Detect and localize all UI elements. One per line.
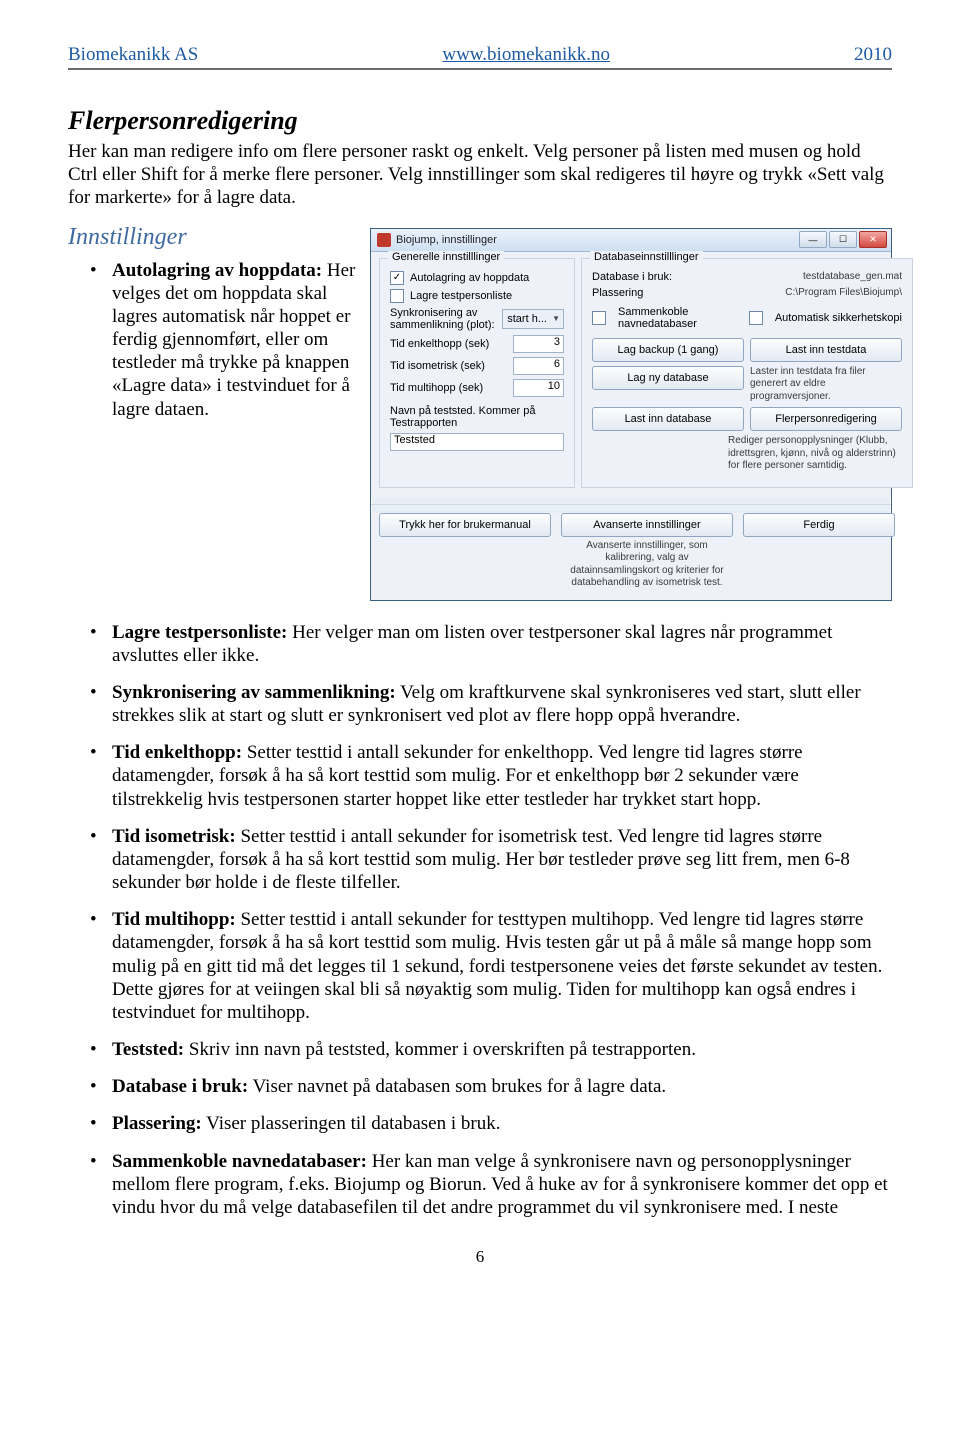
bullet-item: Lagre testpersonliste: Her velger man om… <box>90 621 892 667</box>
bullet-item: Tid enkelthopp: Setter testtid i antall … <box>90 741 892 811</box>
intro-paragraph: Her kan man redigere info om flere perso… <box>68 140 892 210</box>
bullet-item: Plassering: Viser plasseringen til datab… <box>90 1112 892 1135</box>
bullet-lead: Plassering: <box>112 1113 202 1134</box>
note-avanserte: Avanserte innstillinger, som kalibrering… <box>561 540 733 590</box>
bullet-lead: Database i bruk: <box>112 1076 248 1097</box>
bullet-lead: Lagre testpersonliste: <box>112 622 287 643</box>
input-navn-teststed[interactable]: Teststed <box>390 433 564 451</box>
section-title-flerperson: Flerpersonredigering <box>68 106 892 136</box>
bullet-body: Viser navnet på databasen som brukes for… <box>248 1076 666 1097</box>
bullet-body: Skriv inn navn på teststed, kommer i ove… <box>184 1039 696 1060</box>
bullet-item: Synkronisering av sammenlikning: Velg om… <box>90 681 892 727</box>
close-button[interactable]: ✕ <box>859 231 887 248</box>
bullet-body-autolagring: Her velges det om hoppdata skal lagres a… <box>112 260 355 420</box>
bullet-item: Database i bruk: Viser navnet på databas… <box>90 1075 892 1098</box>
bullet-lead: Sammenkoble navnedatabaser: <box>112 1151 367 1172</box>
button-avanserte-innstillinger[interactable]: Avanserte innstillinger <box>561 513 733 537</box>
button-ferdig[interactable]: Ferdig <box>743 513 895 537</box>
bullet-lead: Tid enkelthopp: <box>112 742 242 763</box>
page-header: Biomekanikk AS www.biomekanikk.no 2010 <box>68 44 892 70</box>
bullet-item: Sammenkoble navnedatabaser: Her kan man … <box>90 1150 892 1220</box>
bullet-lead-autolagring: Autolagring av hoppdata: <box>112 260 322 281</box>
header-url-link[interactable]: www.biomekanikk.no <box>442 44 610 66</box>
header-year: 2010 <box>854 44 892 66</box>
window-titlebar[interactable]: Biojump, innstillinger — ☐ ✕ <box>371 229 891 252</box>
minimize-button[interactable]: — <box>799 231 827 248</box>
bullet-body: Viser plasseringen til databasen i bruk. <box>202 1113 501 1134</box>
page-number: 6 <box>68 1247 892 1267</box>
button-brukermanual[interactable]: Trykk her for brukermanual <box>379 513 551 537</box>
app-icon <box>377 233 391 247</box>
window-title: Biojump, innstillinger <box>396 234 799 246</box>
company-name: Biomekanikk AS <box>68 44 198 66</box>
bullet-autolagring: Autolagring av hoppdata: Her velges det … <box>90 259 892 421</box>
bullet-item: Teststed: Skriv inn navn på teststed, ko… <box>90 1038 892 1061</box>
bullet-lead: Tid multihopp: <box>112 909 236 930</box>
bullet-lead: Synkronisering av sammenlikning: <box>112 682 396 703</box>
bullet-lead: Teststed: <box>112 1039 184 1060</box>
bullet-item: Tid multihopp: Setter testtid i antall s… <box>90 908 892 1024</box>
note-flerperson: Rediger personopplysninger (Klubb, idret… <box>728 435 902 473</box>
bullet-item: Tid isometrisk: Setter testtid i antall … <box>90 825 892 895</box>
bullet-lead: Tid isometrisk: <box>112 826 236 847</box>
maximize-button[interactable]: ☐ <box>829 231 857 248</box>
